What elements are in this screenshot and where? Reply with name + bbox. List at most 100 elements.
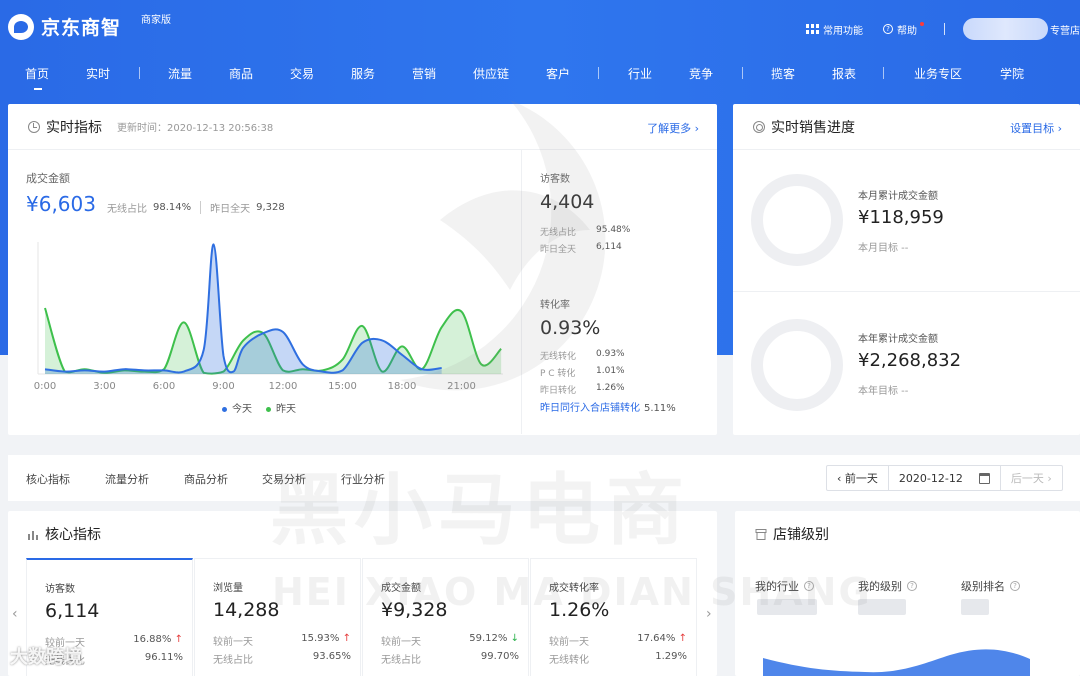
x-tick-label: 12:00 <box>269 381 298 392</box>
next-day-label: 后一天 › <box>1010 472 1052 485</box>
core-tile-2[interactable]: 成交金额 ¥9,328 较前一天 59.12% ↓ 无线占比 99.70% <box>362 558 529 676</box>
peer-conversion-link[interactable]: 昨日同行入合店铺转化 5.11% <box>540 399 720 414</box>
nav-item-8[interactable]: 客户 <box>546 65 570 82</box>
shop-level-card: 店铺级别 我的行业? 我的级别? 级别排名? <box>735 511 1080 676</box>
year-progress: 本年累计成交金额 ¥2,268,832 本年目标 -- <box>733 292 1080 434</box>
wireless-ratio-label: 无线占比 <box>107 204 147 215</box>
level-trend-chart <box>763 649 1030 676</box>
tile-change-value: 15.93% <box>301 633 340 644</box>
tile-change-row: 较前一天 17.64% ↑ <box>549 633 687 648</box>
nav-separator <box>139 67 140 79</box>
set-target-link[interactable]: 设置目标 › <box>1010 120 1062 136</box>
nav-item-12[interactable]: 报表 <box>832 65 856 82</box>
nav-item-7[interactable]: 供应链 <box>473 65 509 82</box>
conv-pc-value: 1.01% <box>596 366 625 376</box>
prev-day-button[interactable]: ‹ 前一天 <box>827 466 889 490</box>
common-functions-button[interactable]: 常用功能 <box>806 22 863 37</box>
legend-yesterday[interactable]: 昨天 <box>266 400 296 415</box>
learn-more-link[interactable]: 了解更多 › <box>647 120 699 136</box>
date-picker: ‹ 前一天 2020-12-12 后一天 › <box>826 465 1063 491</box>
next-day-button[interactable]: 后一天 › <box>1001 466 1062 490</box>
tile-label: 成交转化率 <box>549 583 599 594</box>
sales-progress-header: 实时销售进度 设置目标 › <box>733 104 1080 150</box>
month-value: ¥118,959 <box>858 207 944 228</box>
nav-item-6[interactable]: 营销 <box>412 65 436 82</box>
x-tick-label: 21:00 <box>447 381 476 392</box>
tile-ratio-label: 无线占比 <box>381 655 421 666</box>
tab-traffic[interactable]: 流量分析 <box>105 471 149 487</box>
main-nav: 首页 实时 流量 商品 交易 服务 营销 供应链 客户 行业 竞争 揽客 报表 业务专区 学院 <box>0 60 1080 90</box>
legend-today[interactable]: 今天 <box>222 400 252 415</box>
industry-blurred <box>757 599 817 615</box>
nav-item-13[interactable]: 业务专区 <box>914 65 962 82</box>
nav-item-10[interactable]: 竞争 <box>689 65 713 82</box>
x-tick-label: 3:00 <box>93 381 115 392</box>
tile-change-value: 16.88% <box>133 634 172 645</box>
tile-ratio-value: 93.65% <box>312 651 351 662</box>
tile-change-label: 较前一天 <box>213 637 253 648</box>
tile-value: 1.26% <box>549 599 610 621</box>
nav-item-4[interactable]: 交易 <box>290 65 314 82</box>
tile-change-label: 较前一天 <box>45 638 85 649</box>
calendar-icon[interactable] <box>978 472 990 484</box>
help-icon: ? <box>883 24 893 34</box>
logo-text: 京东商智 <box>41 17 122 39</box>
prev-day-label: ‹ 前一天 <box>837 472 878 485</box>
conversion-label: 转化率 <box>540 300 570 311</box>
help-icon[interactable]: ? <box>1010 581 1020 591</box>
legend-yesterday-label: 昨天 <box>276 404 296 415</box>
nav-item-14[interactable]: 学院 <box>1000 65 1024 82</box>
help-button[interactable]: ? 帮助 <box>883 22 924 37</box>
nav-separator <box>598 67 599 79</box>
top-bar: 京东商智 商家版 常用功能 ? 帮助 专营店 <box>0 0 1080 50</box>
help-icon[interactable]: ? <box>804 581 814 591</box>
gmv-label: 成交金额 <box>26 172 70 185</box>
nav-item-11[interactable]: 揽客 <box>771 65 795 82</box>
core-tile-3[interactable]: 成交转化率 1.26% 较前一天 17.64% ↑ 无线转化 1.29% <box>530 558 697 676</box>
nav-item-3[interactable]: 商品 <box>229 65 253 82</box>
x-tick-label: 0:00 <box>34 381 56 392</box>
tile-change-label: 较前一天 <box>549 637 589 648</box>
month-progress: 本月累计成交金额 ¥118,959 本月目标 -- <box>733 150 1080 292</box>
divider <box>200 201 202 214</box>
date-input[interactable]: 2020-12-12 <box>889 466 1001 490</box>
tile-ratio-value: 99.70% <box>480 651 519 662</box>
nav-separator <box>883 67 884 79</box>
core-tile-1[interactable]: 浏览量 14,288 较前一天 15.93% ↑ 无线占比 93.65% <box>194 558 361 676</box>
nav-item-2[interactable]: 流量 <box>168 65 192 82</box>
trend-arrow-icon: ↑ <box>678 633 687 644</box>
tab-industry[interactable]: 行业分析 <box>341 471 385 487</box>
core-tile-0[interactable]: 访客数 6,114 较前一天 16.88% ↑ 无线占比 96.11% <box>26 558 193 676</box>
conv-yesterday-label: 昨日转化 <box>540 386 577 396</box>
chart-legend: 今天 昨天 <box>222 400 296 415</box>
analysis-tabs-bar: 核心指标 流量分析 商品分析 交易分析 行业分析 ‹ 前一天 2020-12-1… <box>8 455 1080 501</box>
my-industry-header: 我的行业? <box>755 578 814 594</box>
tile-label: 成交金额 <box>381 583 421 594</box>
logo[interactable]: 京东商智 <box>8 13 121 40</box>
tile-ratio-row: 无线占比 93.65% <box>213 651 351 666</box>
realtime-chart[interactable]: 0:00 3:00 6:00 9:00 12:00 15:00 18:00 21:00 <box>8 232 521 392</box>
help-icon[interactable]: ? <box>907 581 917 591</box>
realtime-title: 实时指标 <box>46 119 102 136</box>
visitors-value: 4,404 <box>540 191 595 213</box>
legend-dot-yesterday <box>266 406 271 412</box>
tab-product[interactable]: 商品分析 <box>184 471 228 487</box>
gmv-value: ¥6,603 <box>26 192 96 216</box>
wireless-ratio-value: 98.14% <box>153 202 192 213</box>
shop-name-blurred <box>963 18 1048 40</box>
core-metric-tiles: 访客数 6,114 较前一天 16.88% ↑ 无线占比 96.11% 浏览量 14,288 较… <box>26 558 716 676</box>
nav-item-5[interactable]: 服务 <box>351 65 375 82</box>
my-industry-label: 我的行业 <box>755 580 799 593</box>
nav-item-1[interactable]: 实时 <box>86 65 110 82</box>
tab-core[interactable]: 核心指标 <box>26 471 70 487</box>
scroll-right-icon[interactable]: › <box>706 606 712 622</box>
level-rank-header: 级别排名? <box>961 578 1020 594</box>
scroll-left-icon[interactable]: ‹ <box>12 606 18 622</box>
tab-trade[interactable]: 交易分析 <box>262 471 306 487</box>
trend-arrow-icon: ↑ <box>342 633 351 644</box>
shop-name[interactable]: 专营店 <box>1050 22 1080 37</box>
year-progress-ring <box>751 319 843 411</box>
nav-item-0[interactable]: 首页 <box>25 65 49 90</box>
tile-ratio-row: 无线占比 99.70% <box>381 651 519 666</box>
nav-item-9[interactable]: 行业 <box>628 65 652 82</box>
